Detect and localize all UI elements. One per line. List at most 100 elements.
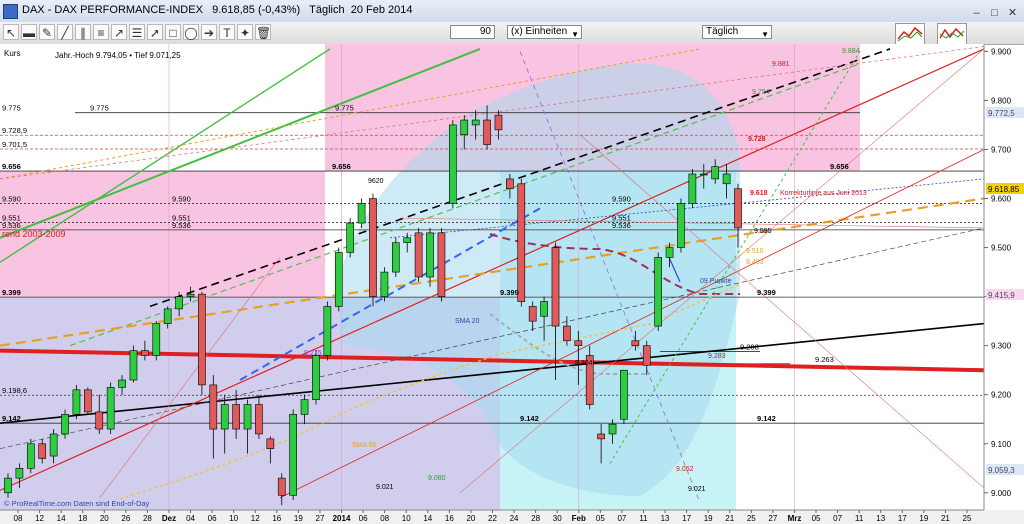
candle-body [631, 340, 640, 346]
candle-body [323, 306, 332, 356]
line-icon[interactable]: ╱ [57, 24, 73, 40]
x-tick-label: 12 [35, 514, 44, 523]
level-label: 9.701,5 [2, 140, 27, 149]
units-select[interactable]: (x) Einheiten ▼ [507, 25, 582, 39]
x-tick-label: 22 [488, 514, 497, 523]
pencil-icon[interactable]: ✎ [39, 24, 55, 40]
candle-bull [654, 252, 662, 331]
level-label-tertiary: 9.399 [757, 288, 776, 297]
candle-body [106, 387, 115, 430]
x-tick-label: 28 [143, 514, 152, 523]
candle-bear [585, 345, 594, 410]
level-label-secondary: 9.536 [612, 221, 631, 230]
parallel-icon[interactable]: ∥ [75, 24, 91, 40]
x-tick-label: 10 [402, 514, 411, 523]
ellipse-icon[interactable]: ◯ [183, 24, 199, 40]
candle-body [141, 350, 149, 356]
x-tick-label: 20 [100, 514, 109, 523]
x-tick-label: 21 [725, 514, 734, 523]
level-label-tertiary: 9.536 [172, 221, 191, 230]
wand-icon[interactable]: ✦ [237, 24, 253, 40]
candle-body [517, 183, 526, 302]
x-tick-label: 18 [78, 514, 87, 523]
rect-icon[interactable]: □ [165, 24, 181, 40]
fib-icon[interactable]: ≡ [93, 24, 109, 40]
x-tick-label: 10 [229, 514, 238, 523]
candle-bull [129, 345, 138, 383]
level-label: 9.399 [2, 288, 21, 297]
x-tick-label: 19 [704, 514, 713, 523]
candle-body [597, 433, 605, 440]
ann-9618: 9.618 [750, 190, 768, 197]
x-tick-label: 11 [639, 514, 648, 523]
trend-icon[interactable]: ↗ [111, 24, 127, 40]
minimize-icon[interactable]: – [969, 6, 984, 20]
y-tick-label: 9.000 [991, 489, 1012, 498]
delete-icon[interactable]: 🗑 [255, 24, 271, 40]
candle-body [209, 384, 218, 430]
x-tick-label: 25 [963, 514, 972, 523]
candle-body [152, 323, 161, 356]
x-tick-label: 07 [833, 514, 842, 523]
ray-icon[interactable]: ➚ [147, 24, 163, 40]
x-tick-label: 05 [596, 514, 605, 523]
text-icon[interactable]: T [219, 24, 235, 40]
price-chart[interactable]: 9.775 9.775 9.775 9.728,9 9.701,5 9.656 9.656 9… [0, 44, 1024, 524]
y-tick-label: 9.600 [991, 195, 1012, 204]
candle-body [300, 399, 309, 415]
frequency-label: Täglich [706, 26, 739, 37]
channel-icon[interactable]: ☰ [129, 24, 145, 40]
candle-body [483, 119, 491, 145]
level-label: 9.263 [815, 355, 834, 364]
candle-body [312, 355, 320, 400]
maximize-icon[interactable]: □ [987, 6, 1002, 20]
ruler-icon[interactable]: ▬ [21, 24, 37, 40]
x-tick-label: 19 [919, 514, 928, 523]
candle-body [289, 414, 297, 496]
frequency-select[interactable]: Täglich ▼ [702, 25, 772, 39]
chart-indicator-icon[interactable] [937, 23, 967, 45]
x-tick-label: 12 [251, 514, 260, 523]
chevron-down-icon: ▼ [571, 30, 579, 39]
svg-text:9.415,9: 9.415,9 [988, 291, 1015, 300]
window-buttons: – □ ✕ [966, 3, 1020, 21]
title-bar: DAX - DAX PERFORMANCE-INDEX 9.618,85 (-0… [0, 0, 1024, 23]
level-label-tertiary: 9.590 [172, 194, 191, 203]
x-tick-label: 14 [57, 514, 66, 523]
chart-style-icon[interactable] [895, 23, 925, 45]
candle-bear [84, 387, 92, 415]
copyright-text: © ProRealTime.com Daten sind End-of-Day [4, 499, 150, 508]
x-tick-label: 26 [121, 514, 130, 523]
svg-text:9.772,5: 9.772,5 [988, 109, 1015, 118]
period-input[interactable]: 90 [450, 25, 495, 39]
level-label: 9.288 [740, 343, 759, 352]
x-tick-label: 04 [186, 514, 195, 523]
candle-bull [380, 267, 389, 302]
level-label-secondary: 9.775 [335, 104, 354, 113]
candle-bull [26, 438, 35, 474]
candle-body [220, 404, 229, 430]
candle-body [528, 306, 537, 322]
candle-body [540, 301, 548, 317]
x-tick-label: 07 [617, 514, 626, 523]
candle-body [84, 389, 92, 413]
candle-bear [198, 291, 206, 395]
candle-body [620, 369, 628, 420]
candle-bull [688, 169, 697, 209]
candle-body [118, 379, 126, 388]
candle-body [677, 203, 685, 248]
close-icon[interactable]: ✕ [1005, 6, 1020, 20]
x-tick-label: 08 [380, 514, 389, 523]
chevron-down-icon: ▼ [761, 30, 769, 39]
level-label: 9.198,6 [2, 386, 27, 395]
candle-bull [106, 382, 115, 434]
ann-9620: 9620 [368, 178, 384, 185]
candle-body [471, 119, 480, 126]
arrow-icon[interactable]: ➔ [201, 24, 217, 40]
price-tag-bottom: 9.059,3 [986, 464, 1024, 475]
ann-9283: 9.283 [708, 353, 726, 360]
cursor-icon[interactable]: ↖ [3, 24, 19, 40]
price-tag-upper: 9.772,5 [986, 107, 1024, 118]
candle-bull [152, 321, 161, 361]
x-tick-label: 16 [445, 514, 454, 523]
